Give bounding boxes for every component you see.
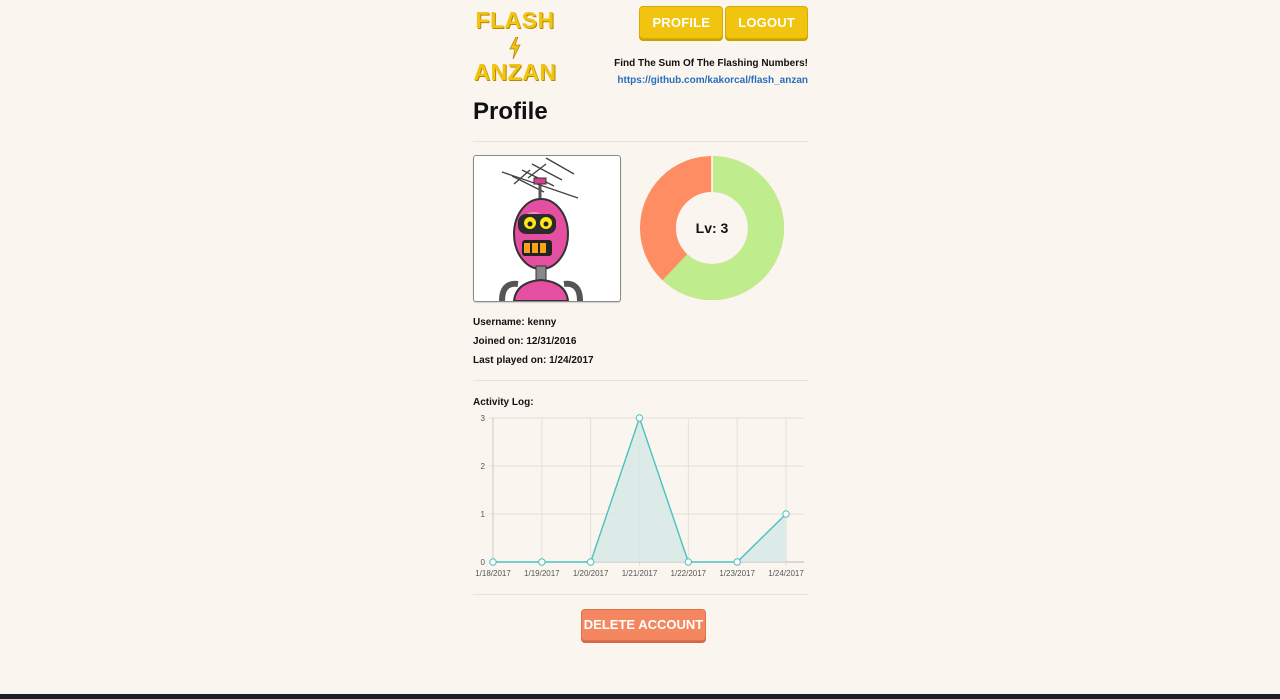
taskbar-strip — [0, 694, 1280, 699]
robot-avatar-icon — [473, 155, 621, 302]
page-title: Profile — [473, 98, 548, 125]
activity-log-label: Activity Log: — [473, 397, 534, 408]
level-donut: Lv: 3 — [639, 154, 785, 302]
last-played-text: Last played on: 1/24/2017 — [473, 355, 594, 366]
username-text: Username: kenny — [473, 317, 557, 328]
lightning-bolt-icon — [473, 33, 557, 60]
x-tick-label: 1/23/2017 — [719, 569, 755, 578]
x-tick-label: 1/19/2017 — [524, 569, 560, 578]
activity-point — [733, 558, 741, 566]
divider — [473, 380, 808, 381]
y-tick-label: 2 — [481, 462, 486, 471]
y-tick-label: 3 — [481, 414, 486, 423]
profile-button[interactable]: PROFILE — [639, 6, 724, 39]
flash-anzan-logo[interactable]: FLASH ANZAN — [473, 7, 557, 85]
repo-link[interactable]: https://github.com/kakorcal/flash_anzan — [617, 75, 808, 86]
logo-line-2: ANZAN — [473, 59, 557, 85]
x-tick-label: 1/18/2017 — [475, 569, 511, 578]
profile-page: FLASH ANZAN PROFILE LOGOUT Find The Sum … — [0, 0, 1280, 699]
x-tick-label: 1/22/2017 — [671, 569, 707, 578]
activity-area — [493, 418, 786, 562]
delete-account-button[interactable]: DELETE ACCOUNT — [581, 609, 706, 641]
logo-line-1: FLASH — [475, 7, 555, 33]
x-tick-label: 1/24/2017 — [768, 569, 804, 578]
activity-point — [782, 510, 790, 518]
activity-point — [489, 558, 497, 566]
activity-chart: 0 1 2 3 1/18/2017 1/19/2017 1/20/2017 1/21/2017… — [475, 414, 804, 578]
activity-point — [586, 558, 595, 566]
x-tick-label: 1/21/2017 — [622, 569, 658, 578]
activity-point — [538, 558, 546, 566]
joined-text: Joined on: 12/31/2016 — [473, 336, 577, 347]
logout-button[interactable]: LOGOUT — [725, 6, 808, 39]
tagline: Find The Sum Of The Flashing Numbers! — [614, 58, 808, 69]
activity-point — [635, 414, 644, 422]
top-nav: PROFILE LOGOUT — [639, 6, 808, 39]
divider — [473, 141, 808, 142]
x-tick-label: 1/20/2017 — [573, 569, 609, 578]
divider — [473, 594, 808, 595]
y-tick-label: 1 — [481, 510, 486, 519]
level-label: Lv: 3 — [695, 220, 729, 236]
y-tick-label: 0 — [481, 558, 486, 567]
activity-point — [684, 558, 693, 566]
